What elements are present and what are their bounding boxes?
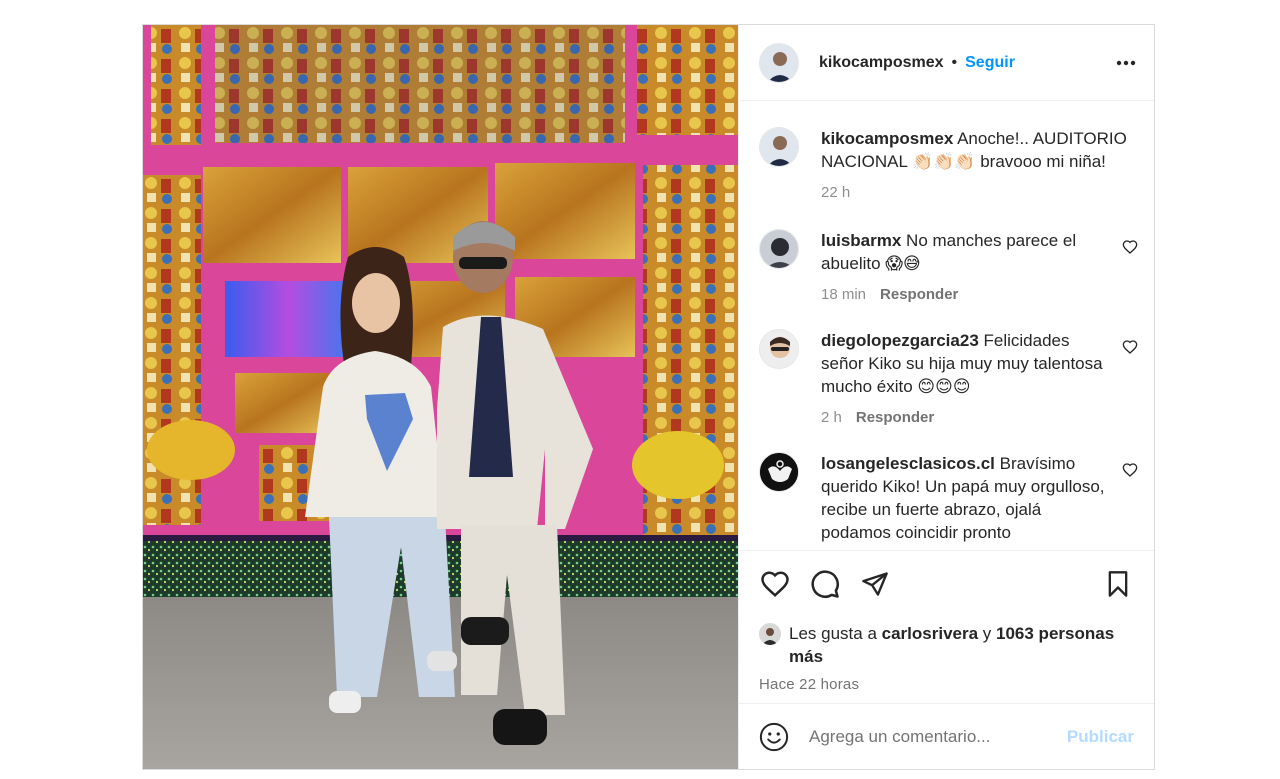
comments-list[interactable]: kikocamposmex Anoche!.. AUDITORIO NACION…: [739, 101, 1154, 550]
likes-joiner: y: [982, 624, 992, 643]
post-actions: Les gusta a carlosrivera y 1063 personas…: [739, 550, 1154, 703]
author-avatar[interactable]: [759, 42, 799, 83]
caption-row: kikocamposmex Anoche!.. AUDITORIO NACION…: [759, 127, 1138, 204]
commenter-avatar[interactable]: [759, 329, 799, 369]
like-heart-icon[interactable]: [759, 568, 791, 600]
comment-item: diegolopezgarcia23 Felicidades señor Kik…: [759, 329, 1138, 429]
caption-time: 22 h: [821, 184, 851, 201]
like-comment-heart-icon[interactable]: [1122, 339, 1138, 355]
reply-button[interactable]: Responder: [856, 406, 934, 429]
reply-button[interactable]: Responder: [880, 283, 958, 306]
comment-input[interactable]: [809, 726, 1067, 747]
comment-time: 2 h: [821, 409, 842, 426]
add-comment-bar: Publicar: [739, 703, 1154, 769]
separator-dot: •: [951, 53, 958, 71]
comment-username[interactable]: luisbarmx: [821, 231, 901, 250]
liker-username[interactable]: carlosrivera: [882, 624, 978, 643]
comment-username[interactable]: diegolopezgarcia23: [821, 331, 979, 350]
comment-username[interactable]: losangelesclasicos.cl: [821, 454, 995, 473]
save-bookmark-icon[interactable]: [1102, 568, 1134, 600]
like-comment-heart-icon[interactable]: [1122, 239, 1138, 255]
likes-summary[interactable]: Les gusta a carlosrivera y 1063 personas…: [759, 622, 1134, 668]
share-paper-plane-icon[interactable]: [859, 568, 891, 600]
post-sidebar: kikocamposmex • Seguir kikocamposmex Ano…: [738, 25, 1154, 769]
post-header: kikocamposmex • Seguir: [739, 25, 1154, 101]
follow-button[interactable]: Seguir: [965, 54, 1015, 72]
comment-time: 18 min: [821, 286, 867, 303]
liker-avatar: [759, 623, 781, 645]
author-username[interactable]: kikocamposmex: [819, 54, 944, 72]
commenter-avatar[interactable]: [759, 229, 799, 269]
more-options-icon[interactable]: [1114, 51, 1138, 75]
publish-button[interactable]: Publicar: [1067, 727, 1134, 747]
likes-prefix: Les gusta a: [789, 624, 877, 643]
comment-bubble-icon[interactable]: [809, 568, 841, 600]
caption-username[interactable]: kikocamposmex: [821, 129, 953, 148]
comment-item: luisbarmx No manches parece el abuelito …: [759, 229, 1138, 306]
post-timestamp: Hace 22 horas: [759, 676, 860, 693]
caption-avatar[interactable]: [759, 127, 799, 167]
comment-item: losangelesclasicos.cl Bravísimo querido …: [759, 452, 1138, 544]
post-dialog: kikocamposmex • Seguir kikocamposmex Ano…: [142, 24, 1155, 770]
commenter-avatar[interactable]: [759, 452, 799, 492]
like-comment-heart-icon[interactable]: [1122, 462, 1138, 478]
photo-illustration: [143, 25, 738, 769]
post-photo[interactable]: [143, 25, 738, 769]
emoji-icon[interactable]: [759, 722, 789, 752]
